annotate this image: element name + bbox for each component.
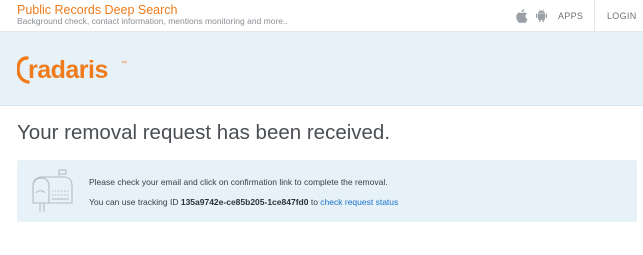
android-icon[interactable]	[535, 9, 548, 23]
site-title-link[interactable]: Public Records Deep Search	[17, 3, 178, 17]
tracking-info: You can use tracking ID 135a9742e-ce85b2…	[89, 197, 398, 208]
tracking-id: 135a9742e-ce85b205-1ce847fd0	[180, 197, 309, 207]
top-bar: Public Records Deep Search Background ch…	[0, 0, 643, 32]
logo-swirl-icon	[17, 56, 30, 84]
confirmation-instructions: Please check your email and click on con…	[89, 177, 388, 187]
tracking-middle: to	[310, 197, 318, 207]
radaris-logo[interactable]: radaris ™	[17, 52, 147, 86]
tracking-prefix: You can use tracking ID	[89, 197, 179, 207]
apps-link[interactable]: APPS	[558, 11, 583, 21]
login-link[interactable]: LOGIN	[607, 11, 637, 21]
site-subtitle: Background check, contact information, m…	[17, 16, 288, 26]
confirmation-notice: Please check your email and click on con…	[17, 160, 637, 222]
check-request-status-link[interactable]: check request status	[320, 197, 398, 207]
mailbox-icon	[32, 169, 73, 212]
apple-icon[interactable]	[515, 9, 528, 23]
page-heading: Your removal request has been received.	[17, 121, 391, 144]
logo-wordmark: radaris	[28, 56, 108, 84]
logo-trademark: ™	[121, 60, 127, 67]
topbar-divider	[594, 0, 595, 32]
